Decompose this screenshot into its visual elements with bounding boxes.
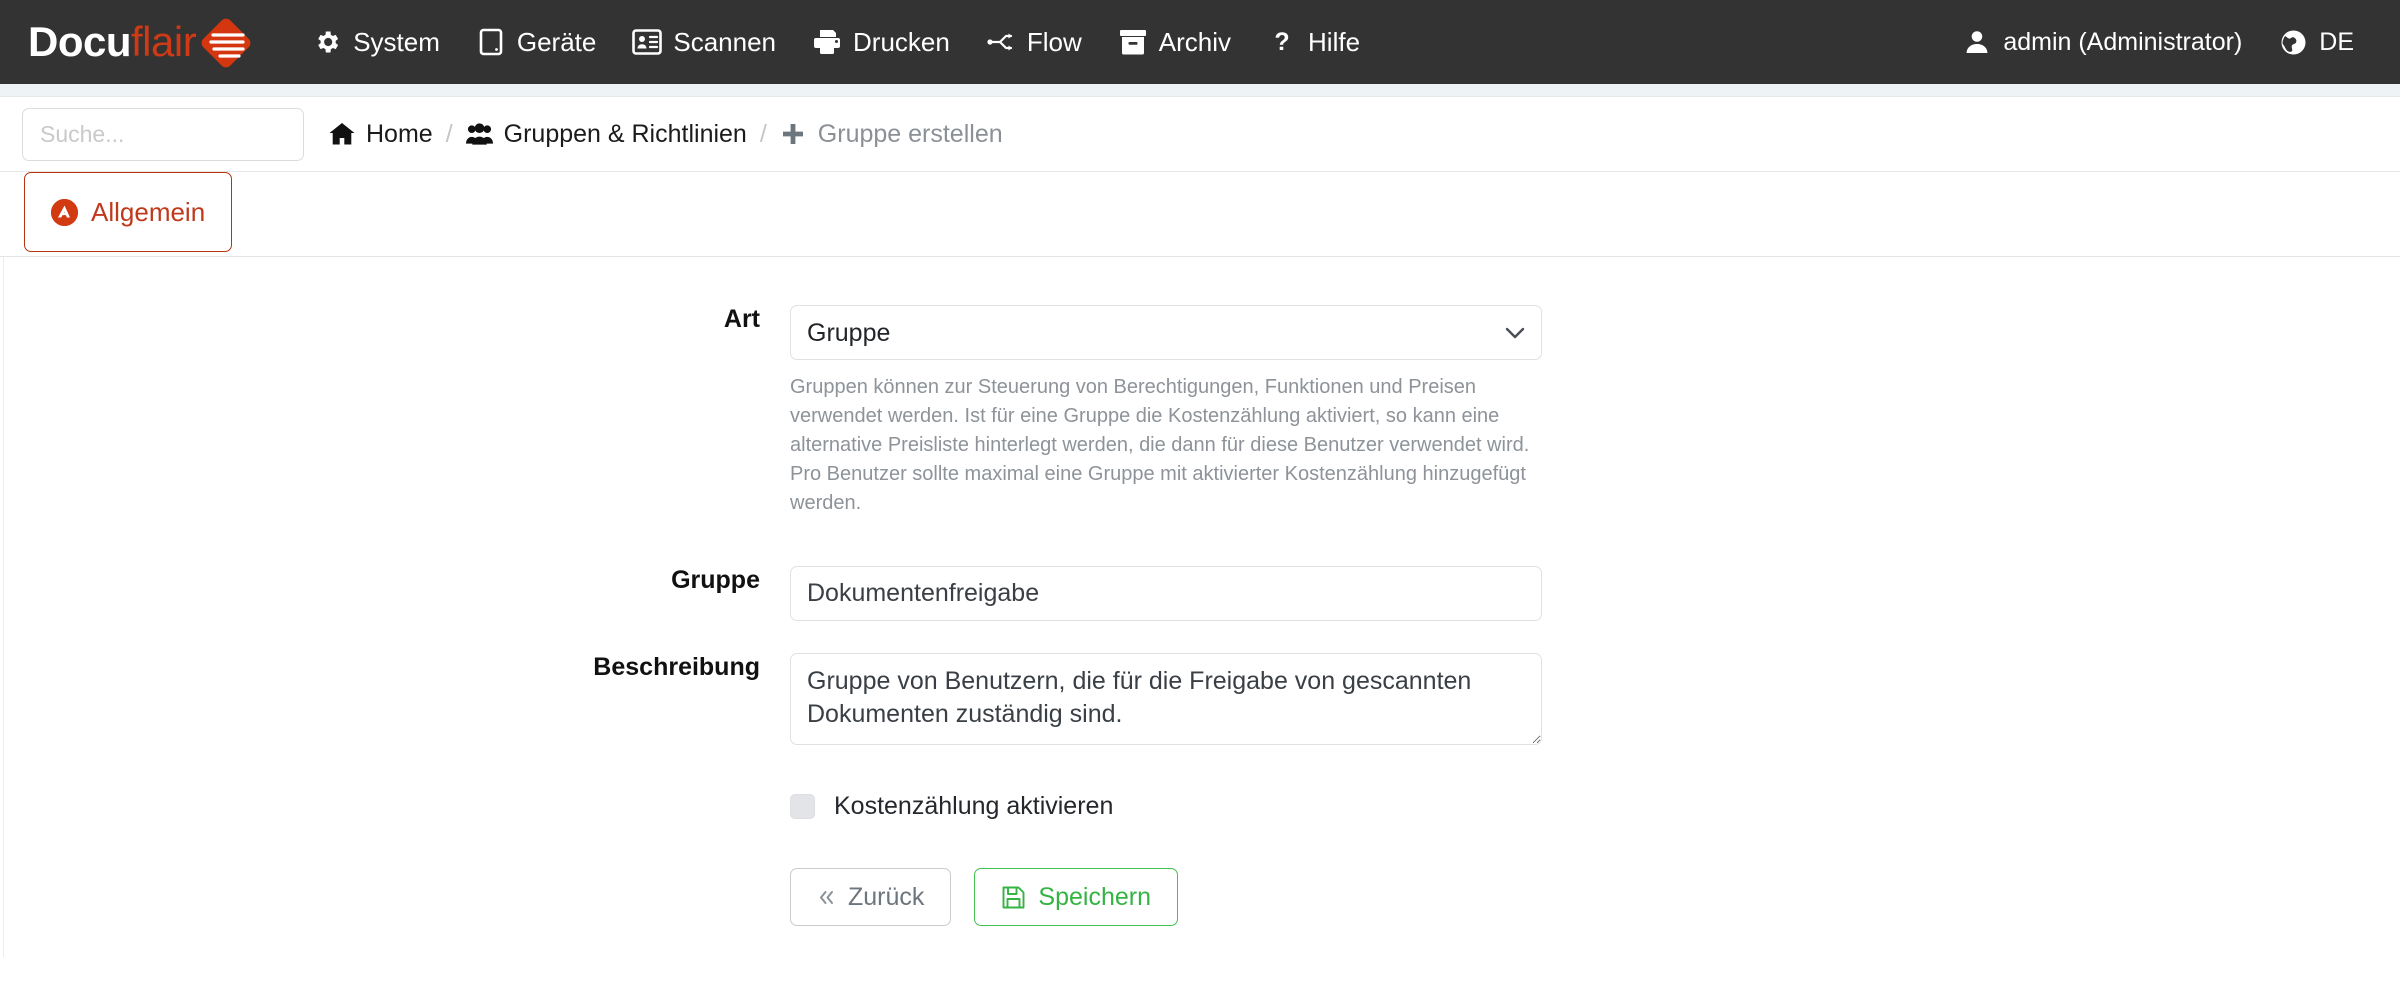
- language-selector[interactable]: DE: [2260, 17, 2372, 67]
- back-button-label: Zurück: [848, 883, 924, 912]
- circle-a-icon: [51, 199, 78, 226]
- form-content: Art Gruppe Richtlinie Gruppen können zur…: [0, 257, 2400, 926]
- plus-icon: [780, 121, 807, 148]
- printer-icon: [812, 27, 842, 57]
- breadcrumb-item-gruppen-richtlinien[interactable]: Gruppen & Richtlinien: [466, 120, 747, 149]
- beschreibung-label: Beschreibung: [0, 653, 790, 682]
- floppy-save-icon: [1001, 885, 1026, 910]
- form-row-kostenzaehlung: Kostenzählung aktivieren: [0, 792, 2400, 821]
- brand-name-bold: Docu: [28, 21, 131, 63]
- gruppe-input[interactable]: [790, 566, 1542, 621]
- art-help-text: Gruppen können zur Steuerung von Berecht…: [790, 373, 1542, 518]
- globe-icon: [2278, 27, 2308, 57]
- nav-item-system[interactable]: System: [294, 17, 458, 68]
- user-icon: [1962, 27, 1992, 57]
- nav-item-label: Scannen: [673, 27, 776, 58]
- kostenzaehlung-label[interactable]: Kostenzählung aktivieren: [834, 792, 1113, 821]
- docuflair-diamond-logo-icon: [198, 15, 254, 71]
- form-row-beschreibung: Beschreibung: [0, 653, 2400, 750]
- nav-item-label: Drucken: [853, 27, 950, 58]
- home-icon: [328, 121, 355, 148]
- brand-logo[interactable]: Docu flair: [28, 13, 254, 71]
- breadcrumb: Home / Gruppen & Richtlinien /: [328, 120, 1003, 149]
- nav-item-scannen[interactable]: Scannen: [614, 17, 794, 68]
- kostenzaehlung-checkbox[interactable]: [790, 794, 815, 819]
- search-input[interactable]: [22, 108, 304, 161]
- form-row-actions: Zurück Speichern: [0, 868, 2400, 926]
- language-label: DE: [2319, 28, 2354, 57]
- nav-item-flow[interactable]: Flow: [968, 17, 1100, 68]
- art-label: Art: [0, 305, 790, 334]
- breadcrumb-separator: /: [446, 120, 453, 149]
- breadcrumb-label: Home: [366, 120, 433, 149]
- nav-item-label: Flow: [1027, 27, 1082, 58]
- breadcrumb-label: Gruppen & Richtlinien: [504, 120, 747, 149]
- navbar-menu: System Geräte: [294, 17, 1378, 68]
- sitemap-usb-icon: [986, 27, 1016, 57]
- breadcrumb-bar: Home / Gruppen & Richtlinien /: [0, 97, 2400, 172]
- breadcrumb-item-gruppe-erstellen: Gruppe erstellen: [780, 120, 1003, 149]
- breadcrumb-separator: /: [760, 120, 767, 149]
- user-menu[interactable]: admin (Administrator): [1944, 17, 2260, 67]
- back-button[interactable]: Zurück: [790, 868, 951, 926]
- beschreibung-textarea[interactable]: [790, 653, 1542, 745]
- navbar-right-menu: admin (Administrator) DE: [1944, 0, 2372, 84]
- id-card-icon: [632, 27, 662, 57]
- content-edge-divider: [3, 257, 4, 957]
- top-navbar: Docu flair System: [0, 0, 2400, 84]
- nav-item-drucken[interactable]: Drucken: [794, 17, 968, 68]
- gruppe-label: Gruppe: [0, 566, 790, 595]
- breadcrumb-label: Gruppe erstellen: [818, 120, 1003, 149]
- save-button[interactable]: Speichern: [974, 868, 1178, 926]
- nav-item-label: Geräte: [517, 27, 597, 58]
- tab-allgemein[interactable]: Allgemein: [24, 172, 232, 252]
- svg-text:?: ?: [1274, 28, 1289, 56]
- tab-strip: Allgemein: [0, 172, 2400, 257]
- archive-box-icon: [1118, 27, 1148, 57]
- art-select[interactable]: Gruppe Richtlinie: [790, 305, 1542, 360]
- save-button-label: Speichern: [1038, 883, 1151, 912]
- user-menu-label: admin (Administrator): [2003, 28, 2242, 57]
- nav-item-geraete[interactable]: Geräte: [458, 17, 615, 68]
- nav-item-archiv[interactable]: Archiv: [1100, 17, 1249, 68]
- gear-icon: [312, 27, 342, 57]
- navbar-accent-strip: [0, 84, 2400, 97]
- nav-item-label: System: [353, 27, 440, 58]
- brand-name-light: flair: [131, 21, 196, 63]
- nav-item-label: Archiv: [1159, 27, 1231, 58]
- form-row-art: Art Gruppe Richtlinie Gruppen können zur…: [0, 305, 2400, 518]
- nav-item-label: Hilfe: [1308, 27, 1360, 58]
- nav-item-hilfe[interactable]: ? Hilfe: [1249, 17, 1378, 68]
- tab-label: Allgemein: [91, 197, 205, 228]
- question-mark-icon: ?: [1267, 27, 1297, 57]
- breadcrumb-item-home[interactable]: Home: [328, 120, 433, 149]
- double-chevron-left-icon: [817, 888, 836, 907]
- form-row-gruppe: Gruppe: [0, 566, 2400, 621]
- users-group-icon: [466, 121, 493, 148]
- tablet-icon: [476, 27, 506, 57]
